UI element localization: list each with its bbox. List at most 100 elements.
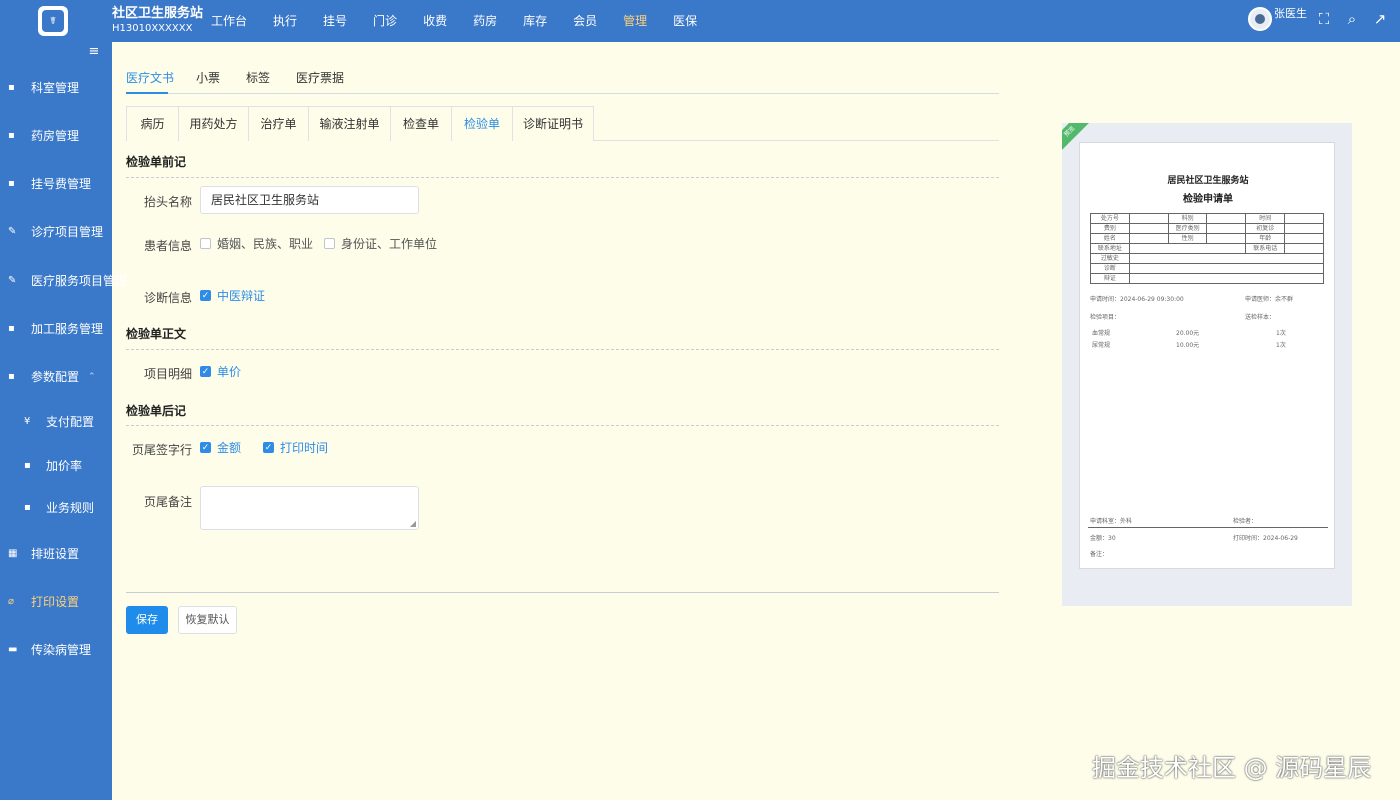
footer-note-textarea[interactable]: ◢ xyxy=(200,486,419,530)
preview-info-table: 处方号 科别 时间 费别 医疗类别 初复诊 姓名 性别 年龄 联系地址 联系电话… xyxy=(1090,213,1325,284)
table-cell: 时间 xyxy=(1245,213,1286,224)
table-cell: 年龄 xyxy=(1245,233,1286,244)
checkbox-label: 身份证、工作单位 xyxy=(341,237,438,251)
table-cell: 联系地址 xyxy=(1090,243,1130,254)
sidebar-item-label: 诊疗项目管理 xyxy=(31,225,104,239)
patient-id-checkbox[interactable]: 身份证、工作单位 xyxy=(324,236,438,252)
table-cell xyxy=(1284,243,1324,254)
patient-marriage-checkbox[interactable]: 婚姻、民族、职业 xyxy=(200,236,313,252)
preview-item-qty: 1次 xyxy=(1276,330,1286,337)
table-cell xyxy=(1128,243,1247,254)
external-link-icon[interactable]: ↗ xyxy=(1372,10,1388,28)
sidebar-item-print[interactable]: ⌀ 打印设置 xyxy=(0,590,112,614)
sidebar-item-processing[interactable]: ▪ 加工服务管理 xyxy=(0,317,112,341)
table-cell: 姓名 xyxy=(1090,233,1130,244)
sign-print-time-checkbox[interactable]: ✓ 打印时间 xyxy=(263,440,333,456)
tab-exam-sheet[interactable]: 检查单 xyxy=(390,106,451,141)
tab-infusion-sheet[interactable]: 输液注射单 xyxy=(308,106,390,141)
sidebar-item-pharmacy[interactable]: ▪ 药房管理 xyxy=(0,124,112,148)
nav-execute[interactable]: 执行 xyxy=(273,0,297,42)
preview-print-time: 打印时间：2024-06-29 xyxy=(1233,535,1298,542)
nav-register[interactable]: 挂号 xyxy=(323,0,347,42)
sign-amount-checkbox[interactable]: ✓ 金额 xyxy=(200,440,250,456)
tab-medical-bill[interactable]: 医疗票据 xyxy=(296,69,344,86)
header-name-input[interactable]: 居民社区卫生服务站 xyxy=(200,186,419,214)
item-price-checkbox[interactable]: ✓ 单价 xyxy=(200,364,250,380)
sign-line-label: 页尾签字行 xyxy=(131,443,192,457)
section-header-title: 检验单前记 xyxy=(126,155,187,169)
sidebar-item-schedule[interactable]: ▦ 排班设置 xyxy=(0,542,112,566)
sidebar-item-payment[interactable]: ¥ 支付配置 xyxy=(0,410,112,434)
avatar[interactable] xyxy=(1248,7,1272,31)
grid-icon: ▦ xyxy=(8,548,18,559)
checkbox-icon xyxy=(324,238,335,249)
diag-tcm-checkbox[interactable]: ✓ 中医辩证 xyxy=(200,288,270,304)
nav-workbench[interactable]: 工作台 xyxy=(211,0,247,42)
tab-label[interactable]: 标签 xyxy=(246,69,270,86)
diag-info-label: 诊断信息 xyxy=(143,291,192,305)
preview-item-qty: 1次 xyxy=(1276,342,1286,349)
resize-handle-icon[interactable]: ◢ xyxy=(410,519,416,528)
nav-member[interactable]: 会员 xyxy=(573,0,597,42)
table-cell: 性别 xyxy=(1167,233,1208,244)
user-icon xyxy=(1255,14,1265,24)
preview-item-price: 10.00元 xyxy=(1176,342,1200,349)
table-cell: 费别 xyxy=(1090,223,1130,234)
preview-item-price: 20.00元 xyxy=(1176,330,1200,337)
nav-insurance[interactable]: 医保 xyxy=(673,0,697,42)
check-icon: ✓ xyxy=(200,366,211,377)
thumb-icon: ▪ xyxy=(8,323,15,334)
table-cell xyxy=(1206,213,1247,224)
reset-default-button[interactable]: 恢复默认 xyxy=(178,606,237,634)
table-cell xyxy=(1206,233,1247,244)
table-cell: 过敏史 xyxy=(1090,253,1130,264)
search-icon[interactable]: ⌕ xyxy=(1344,10,1360,28)
table-cell xyxy=(1128,213,1169,224)
tab-diagnosis-cert[interactable]: 诊断证明书 xyxy=(512,106,594,141)
chevron-up-icon: ⌃ xyxy=(88,372,96,382)
sidebar-item-reg-fee[interactable]: ▪ 挂号费管理 xyxy=(0,172,112,196)
active-tab-indicator xyxy=(126,92,168,94)
sidebar-item-params[interactable]: ▪ 参数配置 ⌃ xyxy=(0,365,112,389)
sidebar-item-dept[interactable]: ▪ 科室管理 xyxy=(0,76,112,100)
tab-prescription[interactable]: 用药处方 xyxy=(178,106,248,141)
table-cell xyxy=(1284,223,1324,234)
tab-receipt[interactable]: 小票 xyxy=(196,69,220,86)
nav-pharmacy[interactable]: 药房 xyxy=(473,0,497,42)
section-body-title: 检验单正文 xyxy=(126,327,187,341)
watermark: 掘金技术社区 @ 源码星辰 xyxy=(1092,754,1372,782)
check-icon: ✓ xyxy=(200,442,211,453)
nav-charge[interactable]: 收费 xyxy=(423,0,447,42)
yen-icon: ¥ xyxy=(24,416,31,427)
bag-icon: ▪ xyxy=(8,178,15,189)
sidebar-item-service[interactable]: ✎ 医疗服务项目管理 xyxy=(0,269,127,293)
user-menu[interactable]: 张医生 xyxy=(1248,7,1307,31)
tab-medical-record[interactable]: 病历 xyxy=(126,106,178,141)
sidebar-item-markup[interactable]: ▪ 加价率 xyxy=(0,454,112,478)
divider xyxy=(126,425,999,426)
fullscreen-icon[interactable]: ⛶ xyxy=(1316,10,1332,28)
preview-specimen: 送检样本： xyxy=(1245,314,1276,321)
nav-inventory[interactable]: 库存 xyxy=(523,0,547,42)
sidebar-item-label: 加工服务管理 xyxy=(31,322,104,336)
preview-org: 居民社区卫生服务站 xyxy=(1167,176,1249,186)
checkbox-label: 单价 xyxy=(217,365,242,379)
nav-manage[interactable]: 管理 xyxy=(623,0,647,42)
tab-medical-docs[interactable]: 医疗文书 xyxy=(126,69,174,86)
collapse-menu-icon[interactable]: ≡ xyxy=(86,44,102,60)
patient-info-label: 患者信息 xyxy=(143,239,192,253)
tab-treatment-sheet[interactable]: 治疗单 xyxy=(248,106,308,141)
sidebar-item-rules[interactable]: ▪ 业务规则 xyxy=(0,496,112,520)
user-name[interactable]: 张医生 xyxy=(1274,7,1307,31)
app-logo[interactable]: ☤ xyxy=(38,6,68,36)
table-cell xyxy=(1284,213,1324,224)
save-button[interactable]: 保存 xyxy=(126,606,168,634)
sidebar-item-treatment[interactable]: ✎ 诊疗项目管理 xyxy=(0,220,112,244)
nav-outpatient[interactable]: 门诊 xyxy=(373,0,397,42)
tab-lab-sheet[interactable]: 检验单 xyxy=(451,106,512,141)
sidebar-item-label: 挂号费管理 xyxy=(31,177,92,191)
table-cell: 联系电话 xyxy=(1245,243,1286,254)
item-detail-label: 项目明细 xyxy=(143,367,192,381)
table-cell xyxy=(1128,253,1325,264)
sidebar-item-infectious[interactable]: ▬ 传染病管理 xyxy=(0,638,112,662)
